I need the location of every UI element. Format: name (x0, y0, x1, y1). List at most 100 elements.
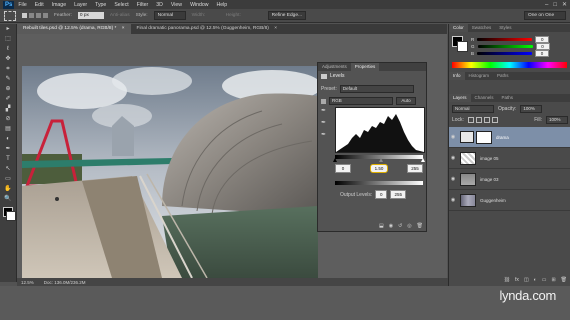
tab-swatches[interactable]: Swatches (468, 24, 496, 32)
move-tool-icon[interactable]: ▸ (2, 25, 14, 34)
gray-eyedropper-icon[interactable]: ✒ (321, 119, 331, 131)
close-button[interactable]: ✕ (562, 1, 567, 8)
layer-row-guggenheim[interactable]: ◉ Guggenheim (449, 190, 570, 211)
delete-icon[interactable]: 🗑 (417, 223, 423, 229)
maximize-button[interactable]: □ (553, 2, 557, 8)
tab-adjustments[interactable]: Adjustments (318, 63, 351, 71)
minimize-button[interactable]: – (545, 2, 548, 8)
tab-properties[interactable]: Properties (350, 63, 380, 71)
add-mask-icon[interactable]: ◫ (524, 277, 529, 283)
auto-button[interactable]: Auto (396, 97, 416, 105)
tab-rebuilt-tiles[interactable]: Rebuilt tiles.psd @ 12.5% (drama, RGB/8)… (17, 24, 131, 34)
marquee-tool-icon[interactable]: ⬚ (2, 35, 14, 44)
tab-final-panorama[interactable]: Final dramatic panorama.psd @ 12.5% (Gug… (131, 24, 283, 34)
layer-thumbnail[interactable] (460, 172, 476, 186)
type-tool-icon[interactable]: T (2, 155, 14, 164)
green-slider[interactable]: G 0 (471, 43, 550, 50)
shape-tool-icon[interactable]: ▭ (2, 175, 14, 184)
lock-icons[interactable] (467, 117, 498, 123)
menu-layer[interactable]: Layer (70, 2, 91, 8)
close-tab-icon[interactable]: × (274, 26, 277, 31)
layer-name[interactable]: drama (496, 135, 509, 140)
layer-row-image05[interactable]: ◉ image 05 (449, 148, 570, 169)
black-point-handle[interactable] (333, 158, 337, 162)
layer-name[interactable]: Guggenheim (480, 198, 506, 203)
blend-mode-dropdown[interactable]: Normal (452, 105, 494, 113)
clone-stamp-tool-icon[interactable]: ▞ (2, 105, 14, 114)
selection-mode-icons[interactable] (22, 13, 48, 18)
input-white-field[interactable]: 255 (407, 164, 423, 173)
marquee-tool-icon[interactable] (4, 10, 16, 21)
layer-name[interactable]: image 05 (480, 156, 499, 161)
menu-filter[interactable]: Filter (133, 2, 153, 8)
path-selection-tool-icon[interactable]: ↖ (2, 165, 14, 174)
menu-select[interactable]: Select (110, 2, 132, 8)
blue-slider[interactable]: B 0 (471, 50, 550, 57)
delete-layer-icon[interactable]: 🗑 (561, 277, 567, 283)
output-white-field[interactable]: 255 (390, 190, 407, 199)
gamma-handle[interactable] (379, 158, 383, 162)
close-tab-icon[interactable]: × (122, 26, 125, 31)
view-previous-icon[interactable]: ◉ (389, 223, 393, 229)
tab-channels[interactable]: Channels (471, 94, 498, 102)
antialias-checkbox[interactable]: Anti-alias (110, 13, 130, 18)
layer-name[interactable]: image 03 (480, 177, 499, 182)
layer-thumbnail[interactable] (460, 193, 476, 207)
tab-info[interactable]: Info (449, 72, 465, 80)
new-adjustment-icon[interactable]: ◐ (534, 277, 537, 283)
red-slider[interactable]: R 0 (471, 36, 550, 43)
visibility-eye-icon[interactable]: ◉ (449, 155, 457, 161)
black-eyedropper-icon[interactable]: ✒ (321, 107, 331, 119)
fx-icon[interactable]: fx (515, 277, 519, 283)
clip-to-layer-icon[interactable]: ⬓ (379, 223, 384, 229)
white-eyedropper-icon[interactable]: ✒ (321, 131, 331, 143)
eraser-tool-icon[interactable]: ⊘ (2, 115, 14, 124)
refine-edge-button[interactable]: Refine Edge... (267, 11, 307, 20)
feather-input[interactable]: 0 px (77, 12, 104, 19)
eyedropper-tool-icon[interactable]: ✎ (2, 75, 14, 84)
layer-thumbnail[interactable] (460, 151, 476, 165)
quick-selection-tool-icon[interactable]: ✥ (2, 55, 14, 64)
channel-dropdown[interactable]: RGB (329, 97, 393, 105)
white-point-handle[interactable] (421, 158, 425, 162)
menu-help[interactable]: Help (213, 2, 232, 8)
link-layers-icon[interactable]: ⛓ (504, 277, 510, 283)
panorama-image[interactable] (22, 66, 318, 278)
preset-dropdown[interactable]: Default (339, 85, 414, 93)
menu-window[interactable]: Window (186, 2, 212, 8)
brush-tool-icon[interactable]: ✐ (2, 95, 14, 104)
color-swatches-icon[interactable] (2, 207, 16, 223)
color-spectrum[interactable] (452, 62, 567, 68)
menu-edit[interactable]: Edit (31, 2, 48, 8)
menu-image[interactable]: Image (48, 2, 70, 8)
pen-tool-icon[interactable]: ✒ (2, 145, 14, 154)
visibility-eye-icon[interactable]: ◉ (449, 134, 457, 140)
output-black-field[interactable]: 0 (375, 190, 388, 199)
menu-type[interactable]: Type (91, 2, 110, 8)
fill-field[interactable]: 100% (546, 116, 568, 124)
reset-icon[interactable]: ↺ (398, 223, 402, 229)
new-layer-icon[interactable]: ⊞ (551, 277, 555, 283)
healing-tool-icon[interactable]: ⊕ (2, 85, 14, 94)
zoom-level[interactable]: 12.5% (21, 280, 34, 285)
tab-paths[interactable]: Paths (498, 94, 518, 102)
crop-tool-icon[interactable]: ⌗ (2, 65, 14, 74)
tab-layers[interactable]: Layers (449, 94, 471, 102)
tab-color[interactable]: Color (449, 24, 468, 32)
style-dropdown[interactable]: Normal (153, 11, 186, 20)
zoom-tool-icon[interactable]: 🔍 (2, 195, 14, 204)
dodge-tool-icon[interactable]: ◐ (2, 135, 14, 144)
workspace-switcher[interactable]: One on One (524, 11, 566, 20)
input-slider[interactable] (333, 155, 425, 162)
gradient-tool-icon[interactable]: ▤ (2, 125, 14, 134)
tab-paths-info[interactable]: Paths (493, 72, 513, 80)
menu-view[interactable]: View (167, 2, 186, 8)
visibility-icon[interactable]: ◎ (407, 223, 411, 229)
lasso-tool-icon[interactable]: ℓ (2, 45, 14, 54)
fg-bg-color-icon[interactable] (452, 36, 468, 52)
layer-row-drama[interactable]: ◉ drama (449, 127, 570, 148)
visibility-eye-icon[interactable]: ◉ (449, 176, 457, 182)
new-group-icon[interactable]: ▭ (542, 277, 547, 283)
layer-row-image03[interactable]: ◉ image 03 (449, 169, 570, 190)
visibility-eye-icon[interactable]: ◉ (449, 197, 457, 203)
